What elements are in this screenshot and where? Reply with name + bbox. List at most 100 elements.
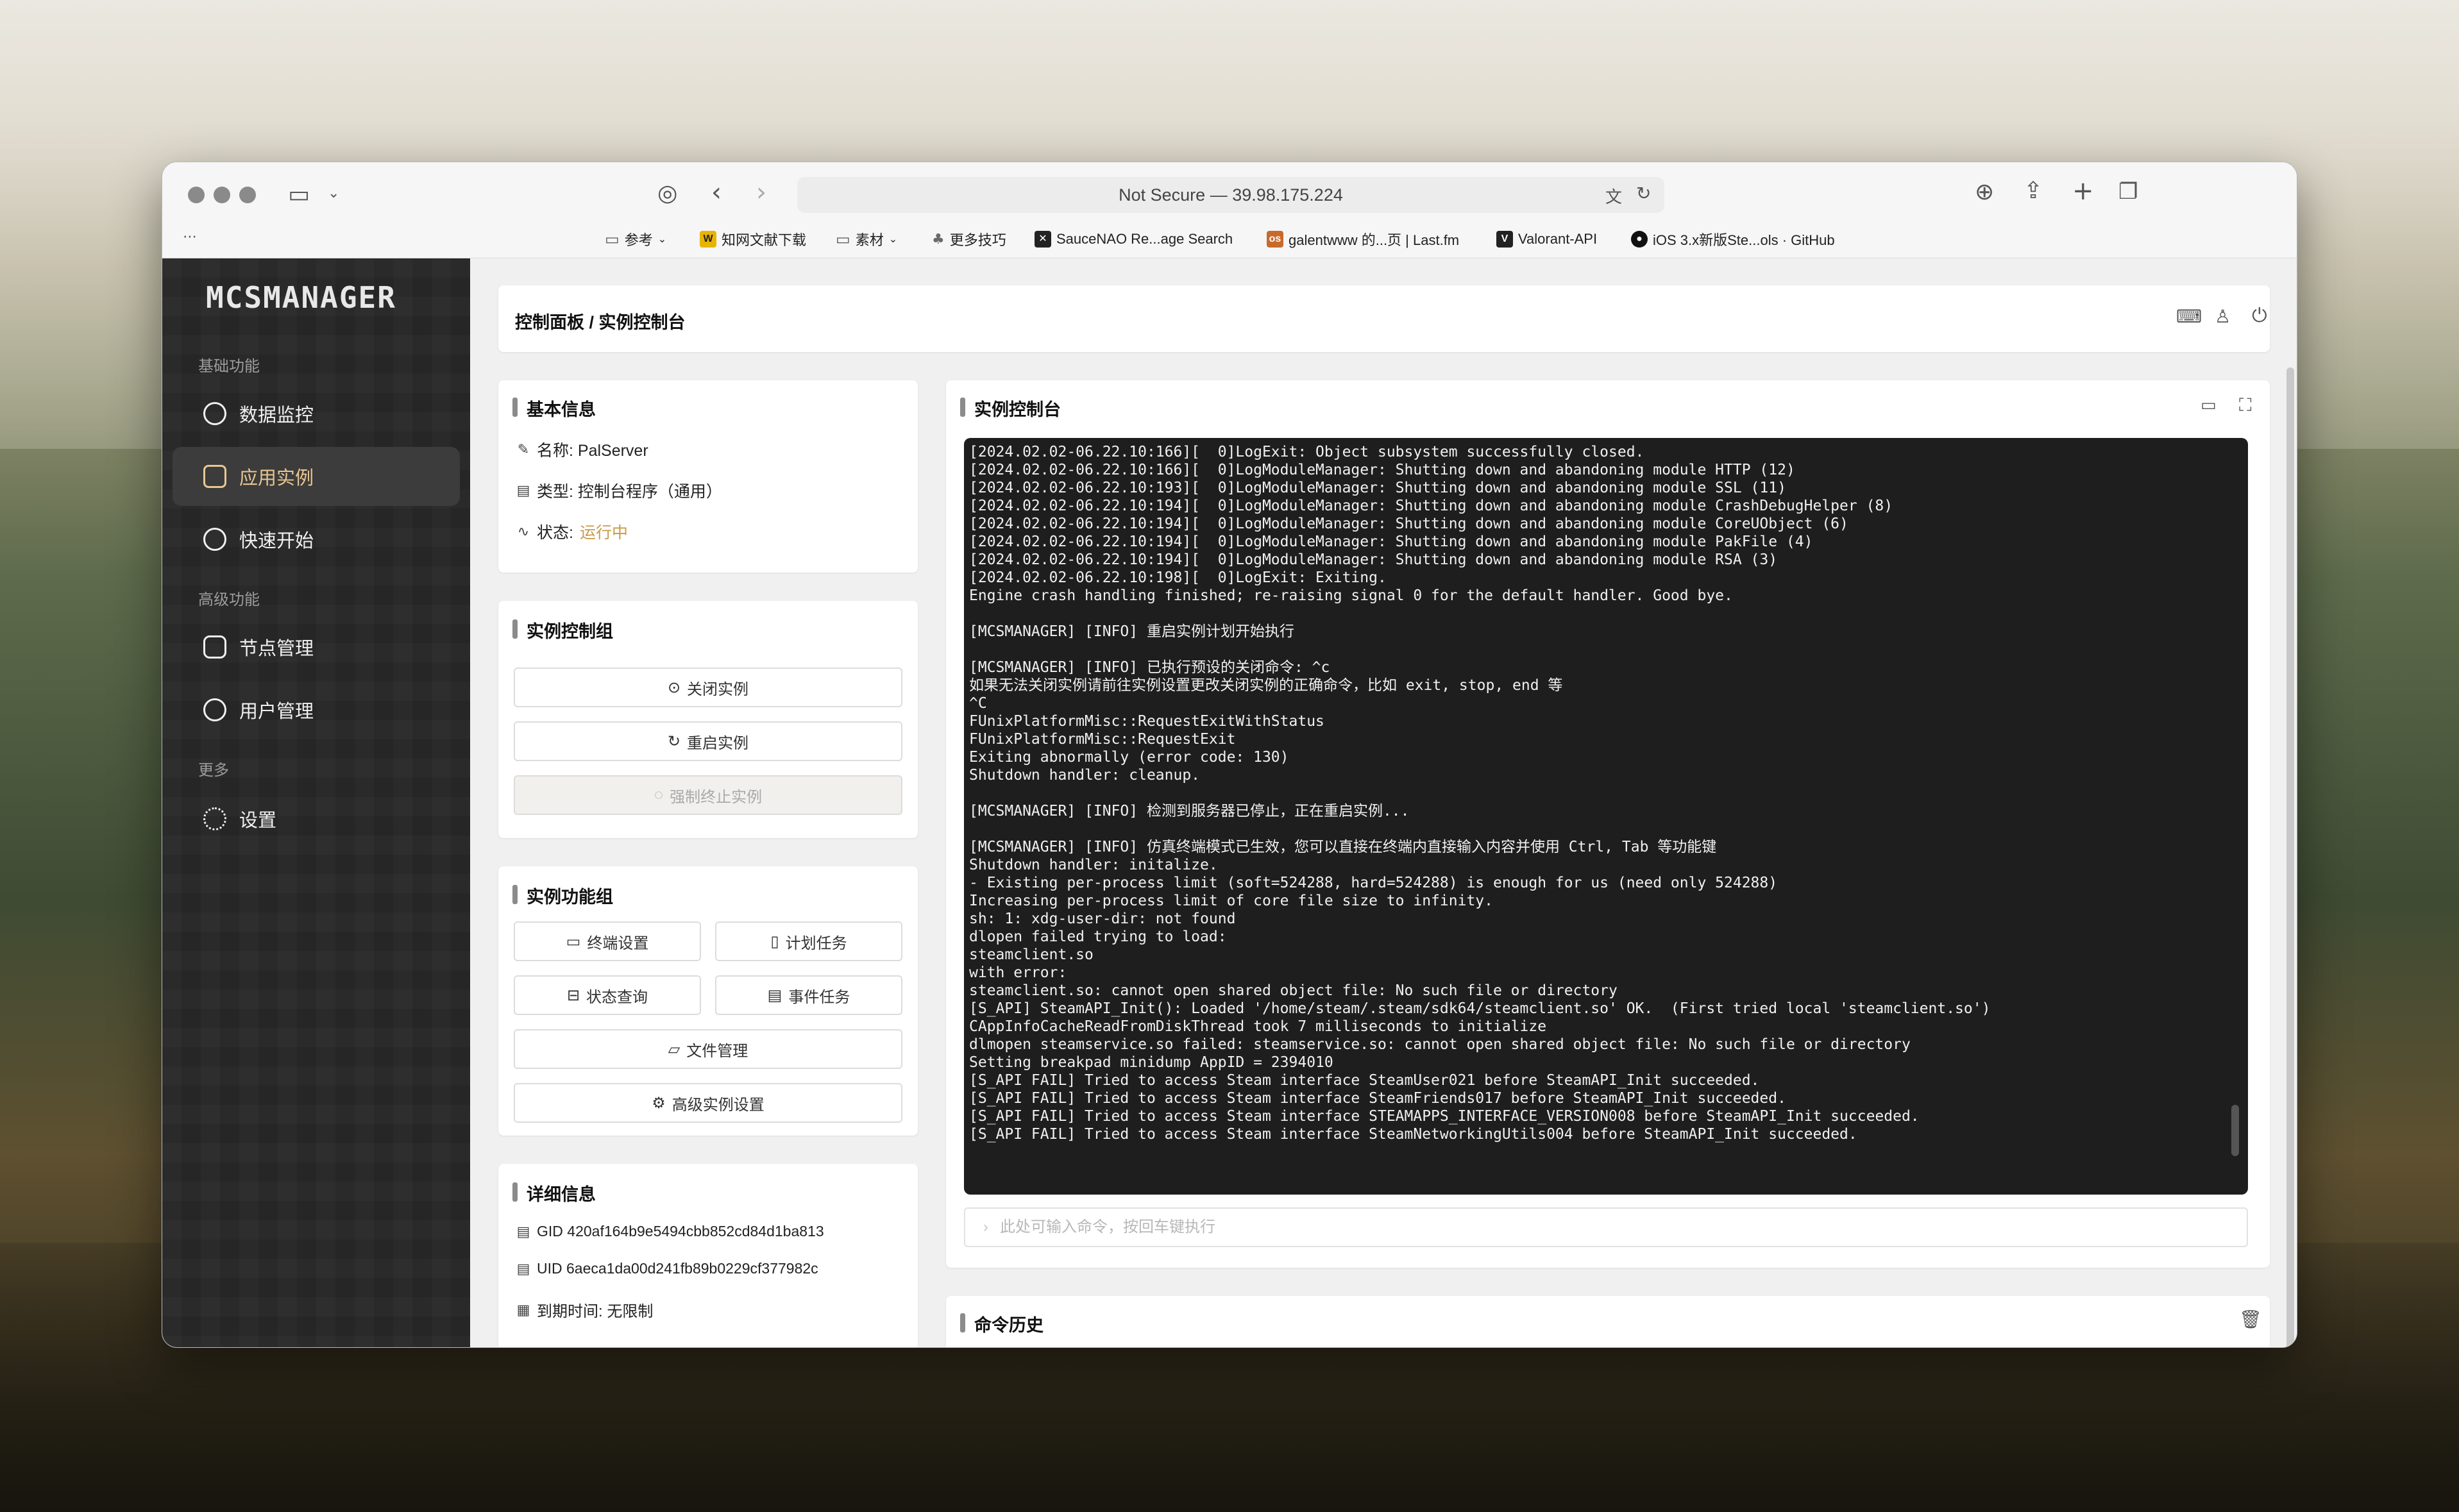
terminal-line: Shutdown handler: cleanup. <box>969 767 1201 784</box>
user-icon <box>203 698 226 721</box>
terminal-scrollbar[interactable] <box>2231 1105 2239 1156</box>
translate-icon[interactable]: 文 <box>1605 184 1622 208</box>
trash-icon[interactable]: 🗑 <box>2239 1309 2262 1330</box>
browser-toolbar: ▭ ⌄ ◎ ‹ › Not Secure — 39.98.175.224 文 ↻… <box>162 162 2297 258</box>
monitor-icon: ▭ <box>566 932 581 950</box>
page-header: 控制面板 / 实例控制台 ⌨ ♙ ⏻ <box>498 285 2270 352</box>
terminal-lines: [2024.02.02-06.22.10:166][ 0]LogExit: Ob… <box>969 443 1990 1143</box>
sidebar-toggle-icon[interactable]: ▭ <box>288 181 310 208</box>
chevron-down-icon[interactable]: ⌄ <box>328 185 339 201</box>
sidebar-item-instances[interactable]: 应用实例 <box>173 447 460 506</box>
address-bar[interactable]: Not Secure — 39.98.175.224 <box>797 177 1664 213</box>
terminal-line: [2024.02.02-06.22.10:194][ 0]LogModuleMa… <box>969 498 1893 514</box>
folder-icon: ▭ <box>605 230 620 248</box>
download-icon[interactable]: ⊕ <box>1975 179 1994 205</box>
fullscreen-icon[interactable]: ⛶ <box>2239 394 2252 416</box>
back-icon[interactable]: ‹ <box>711 178 722 207</box>
sidebar: MCSMANAGER 基础功能 数据监控 应用实例 快速开始 高级功能 节点管理… <box>162 258 470 1347</box>
bookmark-item[interactable]: ● iOS 3.x新版Ste...ols · GitHub <box>1631 226 1835 252</box>
valorant-icon: V <box>1496 231 1513 248</box>
command-input[interactable]: › 此处可输入命令，按回车键执行 <box>964 1207 2248 1247</box>
document-icon: ▤ <box>516 1223 530 1239</box>
privacy-shield-icon[interactable]: ◎ <box>657 180 677 206</box>
reload-icon[interactable]: ↻ <box>1636 183 1651 204</box>
terminal-line: [2024.02.02-06.22.10:194][ 0]LogModuleMa… <box>969 516 1848 532</box>
terminal-line: [MCSMANAGER] [INFO] 仿真终端模式已生效，您可以直接在终端内直… <box>969 839 1717 855</box>
notification-icon[interactable]: ⌨ <box>2176 306 2202 327</box>
sidebar-item-monitor[interactable]: 数据监控 <box>173 384 460 443</box>
sidebar-item-settings[interactable]: 设置 <box>173 789 460 848</box>
logout-icon[interactable]: ⏻ <box>2252 305 2267 327</box>
instance-type: ▤ 类型: 控制台程序（通用） <box>516 482 722 501</box>
new-tab-icon[interactable]: + <box>2072 176 2094 206</box>
terminal-line: Exiting abnormally (error code: 130) <box>969 749 1289 766</box>
github-icon: ● <box>1631 231 1648 248</box>
page-scrollbar[interactable] <box>2286 367 2294 1347</box>
w-icon: W <box>700 231 716 248</box>
breadcrumb: 控制面板 / 实例控制台 <box>515 313 686 332</box>
card-title: 详细信息 <box>512 1180 596 1205</box>
scheduled-tasks-button[interactable]: ▯ 计划任务 <box>715 921 902 961</box>
terminal-line: [S_API FAIL] Tried to access Steam inter… <box>969 1090 1786 1107</box>
terminal-line: FUnixPlatformMisc::RequestExit <box>969 731 1236 748</box>
terminal-line: [S_API FAIL] Tried to access Steam inter… <box>969 1108 1920 1125</box>
minimize-window-button[interactable] <box>214 187 230 203</box>
app-logo[interactable]: MCSMANAGER <box>206 280 396 315</box>
chevron-down-icon: ⌄ <box>888 234 898 245</box>
leaf-icon: ♣ <box>932 231 945 248</box>
terminal-line: [2024.02.02-06.22.10:194][ 0]LogModuleMa… <box>969 533 1813 550</box>
kill-instance-button[interactable]: ◌ 强制终止实例 <box>514 775 902 815</box>
control-group-card: 实例控制组 ⊙ 关闭实例 ↻ 重启实例 ◌ 强制终止实例 <box>498 601 918 838</box>
bookmark-item[interactable]: ▭ 素材 ⌄ <box>836 226 897 252</box>
monitor-icon[interactable]: ▭ <box>2201 396 2217 415</box>
zoom-window-button[interactable] <box>239 187 256 203</box>
document-icon: ▤ <box>516 482 530 498</box>
terminal-settings-button[interactable]: ▭ 终端设置 <box>514 921 701 961</box>
lastfm-icon: os <box>1267 231 1283 248</box>
user-icon[interactable]: ♙ <box>2215 306 2231 327</box>
gear-icon <box>203 807 226 830</box>
status-icon: ⊟ <box>566 986 580 1004</box>
instance-uid: ▤ UID 6aeca1da00d241fb89b0229cf377982c <box>516 1260 818 1277</box>
details-card: 详细信息 ▤ GID 420af164b9e5494cbb852cd84d1ba8… <box>498 1164 918 1347</box>
card-title: 实例功能组 <box>512 883 613 908</box>
database-icon <box>203 465 226 488</box>
status-query-button[interactable]: ⊟ 状态查询 <box>514 975 701 1015</box>
terminal-line: 如果无法关闭实例请前往实例设置更改关闭实例的正确命令，比如 exit, stop… <box>969 677 1563 694</box>
file-manager-button[interactable]: ▱ 文件管理 <box>514 1029 902 1069</box>
close-window-button[interactable] <box>188 187 205 203</box>
advanced-settings-button[interactable]: ⚙ 高级实例设置 <box>514 1083 902 1123</box>
restart-instance-button[interactable]: ↻ 重启实例 <box>514 721 902 761</box>
event-tasks-button[interactable]: ▤ 事件任务 <box>715 975 902 1015</box>
bookmark-item[interactable]: ▭ 参考 ⌄ <box>605 226 666 252</box>
bookmark-item[interactable]: os galentwww 的...页 | Last.fm <box>1267 226 1459 252</box>
terminal-output[interactable]: [2024.02.02-06.22.10:166][ 0]LogExit: Ob… <box>964 438 2248 1195</box>
restart-icon: ↻ <box>667 732 681 750</box>
console-card: 实例控制台 ▭ ⛶ [2024.02.02-06.22.10:166][ 0]L… <box>946 380 2270 1268</box>
sidebar-item-nodes[interactable]: 节点管理 <box>173 617 460 676</box>
section-label-more: 更多 <box>198 762 229 779</box>
main-content: 控制面板 / 实例控制台 ⌨ ♙ ⏻ 基本信息 ✎ 名称: PalServer ▤… <box>470 258 2297 1347</box>
event-icon: ▤ <box>767 986 782 1004</box>
bookmark-item[interactable]: ♣ 更多技巧 <box>932 226 1006 252</box>
share-icon[interactable]: ⇪ <box>2024 178 2043 204</box>
browser-window: ▭ ⌄ ◎ ‹ › Not Secure — 39.98.175.224 文 ↻… <box>162 162 2297 1348</box>
sidebar-item-users[interactable]: 用户管理 <box>173 680 460 739</box>
bookmark-item[interactable]: W 知网文献下载 <box>700 226 806 252</box>
folder-icon: ▭ <box>836 230 850 248</box>
stop-instance-button[interactable]: ⊙ 关闭实例 <box>514 668 902 707</box>
bookmark-item[interactable]: ✕ SauceNAO Re...age Search <box>1035 226 1233 252</box>
terminal-line: [S_API FAIL] Tried to access Steam inter… <box>969 1126 1857 1143</box>
bookmarks-grid-icon[interactable]: ⋯ <box>183 229 197 245</box>
tab-overview-icon[interactable]: ❐ <box>2118 179 2138 205</box>
gear-icon: ⚙ <box>652 1094 666 1112</box>
card-title: 基本信息 <box>512 396 596 421</box>
sidebar-item-quick-start[interactable]: 快速开始 <box>173 510 460 569</box>
chevron-down-icon: ⌄ <box>657 234 667 245</box>
loading-icon: ◌ <box>654 786 664 803</box>
bookmark-item[interactable]: V Valorant-API <box>1496 226 1597 252</box>
calendar-icon: ▯ <box>770 932 779 950</box>
forward-icon[interactable]: › <box>756 178 766 207</box>
stop-icon: ⊙ <box>667 678 681 696</box>
